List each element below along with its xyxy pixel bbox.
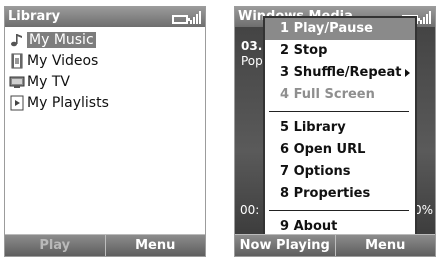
menu-item-label: 3 Shuffle/Repeat bbox=[280, 65, 402, 80]
menu-softkey[interactable]: Menu bbox=[334, 235, 436, 256]
library-item-my-playlists[interactable]: My Playlists bbox=[9, 92, 201, 113]
menu-item-play-pause[interactable]: 1 Play/Pause bbox=[265, 18, 415, 40]
context-menu: 1 Play/Pause 2 Stop 3 Shuffle/Repeat 4 F… bbox=[263, 16, 417, 242]
now-playing-softkey[interactable]: Now Playing bbox=[235, 235, 335, 256]
menu-item-stop[interactable]: 2 Stop bbox=[265, 40, 415, 62]
screen-title: Library bbox=[8, 9, 61, 24]
now-playing-screen: Windows Media 03. Pop 00: 0% 1 Play/Paus… bbox=[234, 6, 436, 257]
softkey-bar: Now Playing Menu bbox=[235, 234, 435, 256]
library-item-label: My Music bbox=[27, 31, 96, 48]
menu-softkey[interactable]: Menu bbox=[104, 235, 206, 256]
title-bar: Library bbox=[5, 7, 205, 27]
track-artist: Pop bbox=[241, 54, 263, 68]
library-list: My Music My Videos My TV My Playlists bbox=[9, 29, 201, 113]
library-item-my-videos[interactable]: My Videos bbox=[9, 50, 201, 71]
elapsed-time: 00: bbox=[240, 203, 260, 217]
tv-icon bbox=[9, 74, 25, 90]
menu-item-open-url[interactable]: 6 Open URL bbox=[265, 139, 415, 161]
playlist-icon bbox=[9, 95, 25, 111]
menu-item-full-screen[interactable]: 4 Full Screen bbox=[265, 84, 415, 106]
library-item-label: My Playlists bbox=[27, 94, 109, 111]
track-title: 03. bbox=[241, 39, 263, 53]
library-item-my-tv[interactable]: My TV bbox=[9, 71, 201, 92]
menu-item-library[interactable]: 5 Library bbox=[265, 117, 415, 139]
status-icons bbox=[172, 10, 202, 24]
music-note-icon bbox=[9, 32, 25, 48]
signal-icon bbox=[420, 11, 432, 24]
library-screen: Library My Music My Videos My TV My Play… bbox=[4, 6, 206, 257]
menu-separator bbox=[269, 210, 409, 211]
library-item-my-music[interactable]: My Music bbox=[9, 29, 201, 50]
video-file-icon bbox=[9, 53, 25, 69]
battery-icon bbox=[172, 15, 190, 24]
play-softkey[interactable]: Play bbox=[5, 235, 105, 256]
library-item-label: My TV bbox=[27, 73, 70, 90]
submenu-arrow-icon bbox=[405, 69, 410, 77]
menu-separator bbox=[269, 111, 409, 112]
menu-item-options[interactable]: 7 Options bbox=[265, 161, 415, 183]
signal-icon bbox=[190, 11, 202, 24]
menu-item-shuffle-repeat[interactable]: 3 Shuffle/Repeat bbox=[265, 62, 415, 84]
softkey-bar: Play Menu bbox=[5, 234, 205, 256]
menu-item-properties[interactable]: 8 Properties bbox=[265, 183, 415, 205]
library-item-label: My Videos bbox=[27, 52, 99, 69]
